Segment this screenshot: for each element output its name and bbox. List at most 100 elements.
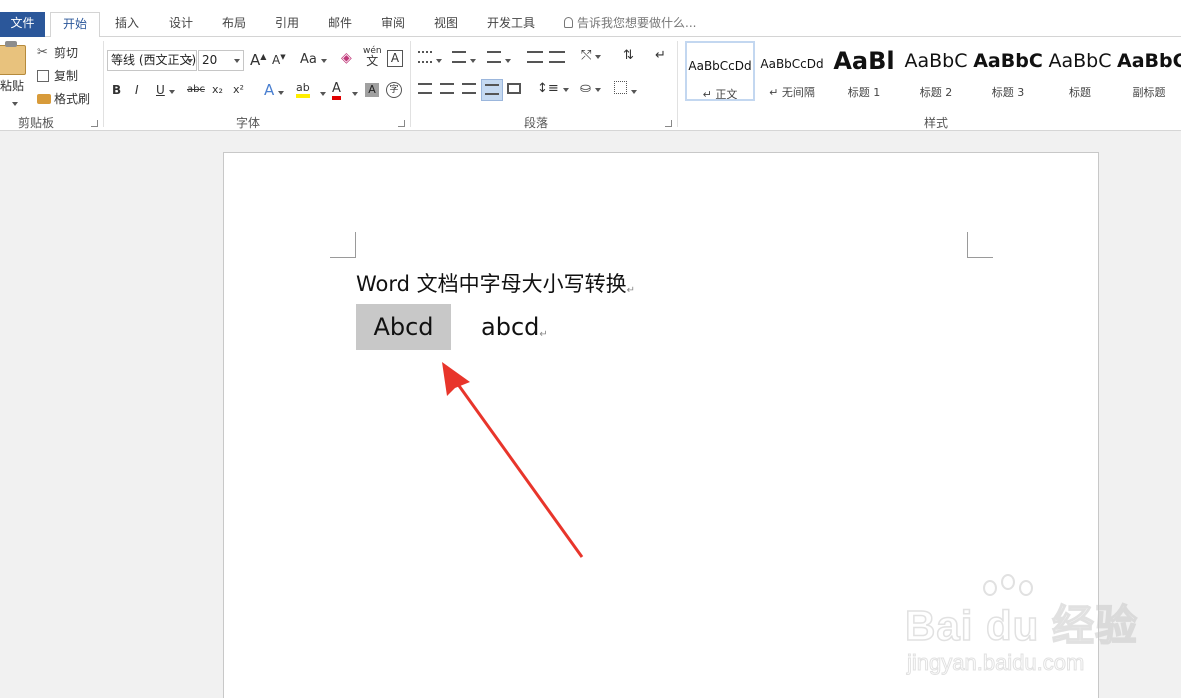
document-line-1[interactable]: Word 文档中字母大小写转换↵ xyxy=(356,268,635,298)
strikethrough-button[interactable]: abc xyxy=(187,84,205,95)
clear-formatting-icon[interactable]: ◈ xyxy=(341,50,352,66)
tab-references[interactable]: 引用 xyxy=(265,12,309,37)
paintbrush-icon xyxy=(37,93,51,104)
document-word-2-text: abcd xyxy=(481,313,540,341)
justify-icon[interactable] xyxy=(481,79,503,101)
distributed-icon[interactable] xyxy=(507,83,521,97)
font-color-icon: A xyxy=(332,81,341,96)
tab-file[interactable]: 文件 xyxy=(0,12,45,37)
ribbon-tab-bar: 文件 开始 插入 设计 布局 引用 邮件 审阅 视图 开发工具 告诉我您想要做什… xyxy=(0,0,1181,38)
tab-mailings[interactable]: 邮件 xyxy=(318,12,362,37)
paste-button[interactable]: 粘贴 xyxy=(0,77,24,94)
style-heading-2[interactable]: AaBbC 标题 2 xyxy=(901,41,971,101)
line-spacing-button[interactable]: ↕≡ xyxy=(537,81,569,96)
numbering-button[interactable] xyxy=(452,51,476,66)
align-right-icon[interactable] xyxy=(462,83,476,97)
paragraph-group-label: 段落 xyxy=(524,116,549,130)
copy-button[interactable]: 复制 xyxy=(37,67,78,84)
superscript-button[interactable]: x² xyxy=(233,83,244,96)
tab-layout[interactable]: 布局 xyxy=(212,12,256,37)
tab-review[interactable]: 审阅 xyxy=(371,12,415,37)
style-name: 标题 2 xyxy=(919,86,953,99)
style-preview: AaBbC xyxy=(973,50,1043,72)
multilevel-list-button[interactable] xyxy=(487,51,511,66)
style-name: ↵ 无间隔 xyxy=(769,86,815,99)
copy-icon xyxy=(37,69,49,82)
character-border-button[interactable]: A xyxy=(387,50,403,67)
font-name-value: 等线 (西文正文) xyxy=(111,53,197,67)
font-size-select[interactable]: 20 xyxy=(198,50,244,71)
shading-button[interactable]: ⛀ xyxy=(580,81,601,96)
tab-developer[interactable]: 开发工具 xyxy=(480,12,542,37)
font-color-dropdown[interactable] xyxy=(348,85,358,99)
text-effects-button[interactable]: A xyxy=(264,81,285,99)
font-color-button[interactable]: A xyxy=(332,81,341,100)
borders-button[interactable] xyxy=(614,81,637,98)
cut-label: 剪切 xyxy=(54,46,79,60)
tell-me-box[interactable]: 告诉我您想要做什么... xyxy=(564,12,696,37)
style-normal[interactable]: AaBbCcDd ↵ 正文 xyxy=(685,41,755,101)
format-painter-button[interactable]: 格式刷 xyxy=(37,90,90,107)
align-center-icon[interactable] xyxy=(440,83,454,97)
grow-font-button[interactable]: A▲ xyxy=(250,51,266,69)
increase-indent-icon[interactable] xyxy=(549,51,565,66)
style-no-spacing[interactable]: AaBbCcDd ↵ 无间隔 xyxy=(757,41,827,101)
bullets-button[interactable] xyxy=(418,51,442,66)
line-spacing-icon: ↕≡ xyxy=(537,81,559,96)
tab-view[interactable]: 视图 xyxy=(424,12,468,37)
highlight-icon: ab xyxy=(296,81,310,94)
borders-icon xyxy=(614,81,627,94)
show-marks-icon[interactable]: ↵ xyxy=(655,48,666,63)
style-preview: AaBl xyxy=(833,47,895,75)
document-line-1-text: Word 文档中字母大小写转换 xyxy=(356,272,627,296)
highlight-button[interactable]: ab xyxy=(296,81,310,98)
tab-insert[interactable]: 插入 xyxy=(105,12,149,37)
numbering-icon xyxy=(452,51,466,63)
sort-icon[interactable]: ⇅ xyxy=(623,48,634,63)
text-effects-icon: A xyxy=(264,81,275,99)
bullets-icon xyxy=(418,51,432,63)
phonetic-guide-button[interactable]: wén 文 xyxy=(363,46,382,68)
font-name-select[interactable]: 等线 (西文正文) xyxy=(107,50,197,71)
italic-button[interactable]: I xyxy=(135,83,139,97)
subscript-button[interactable]: x₂ xyxy=(212,83,223,96)
styles-group-label: 样式 xyxy=(924,116,949,130)
styles-gallery: AaBbCcDd ↵ 正文 AaBbCcDd ↵ 无间隔 AaBl 标题 1 A… xyxy=(683,41,1181,103)
paint-bucket-icon: ⛀ xyxy=(580,81,591,96)
clipboard-launcher-icon[interactable] xyxy=(91,120,98,127)
bold-button[interactable]: B xyxy=(112,83,121,97)
tab-home[interactable]: 开始 xyxy=(50,12,100,38)
style-subtitle[interactable]: AaBbC 副标题 xyxy=(1117,41,1181,101)
style-heading-3[interactable]: AaBbC 标题 3 xyxy=(973,41,1043,101)
align-left-icon[interactable] xyxy=(418,83,432,97)
decrease-indent-icon[interactable] xyxy=(527,51,543,66)
watermark-url: jingyan.baidu.com xyxy=(906,650,1085,676)
document-word-2[interactable]: abcd↵ xyxy=(481,304,548,350)
copy-label: 复制 xyxy=(54,69,79,83)
lightbulb-icon xyxy=(564,17,573,28)
tab-design[interactable]: 设计 xyxy=(159,12,203,37)
shrink-font-button[interactable]: A▼ xyxy=(272,53,286,67)
style-name: 副标题 xyxy=(1132,86,1166,99)
paste-icon[interactable] xyxy=(0,41,26,75)
style-preview: AaBbC xyxy=(904,50,968,72)
paragraph-mark: ↵ xyxy=(626,285,636,296)
chinese-layout-button[interactable]: ⤲ xyxy=(581,48,602,63)
style-name: 标题 3 xyxy=(991,86,1025,99)
paste-dropdown[interactable] xyxy=(8,95,18,109)
highlight-dropdown[interactable] xyxy=(316,85,326,99)
selected-text[interactable]: Abcd xyxy=(356,304,451,350)
enclose-character-button[interactable]: 字 xyxy=(386,82,402,98)
paragraph-launcher-icon[interactable] xyxy=(665,120,672,127)
character-shading-button[interactable]: A xyxy=(365,83,379,97)
group-divider xyxy=(103,41,104,127)
underline-button[interactable]: U xyxy=(156,83,175,97)
tell-me-text: 告诉我您想要做什么... xyxy=(577,16,697,30)
change-case-icon: Aa xyxy=(300,52,317,67)
change-case-button[interactable]: Aa xyxy=(300,52,327,67)
style-title[interactable]: AaBbC 标题 xyxy=(1045,41,1115,101)
cut-button[interactable]: ✂ 剪切 xyxy=(37,44,78,61)
style-heading-1[interactable]: AaBl 标题 1 xyxy=(829,41,899,101)
font-launcher-icon[interactable] xyxy=(398,120,405,127)
baidu-watermark: Bai du 经验 jingyan.baidu.com xyxy=(904,574,1155,690)
